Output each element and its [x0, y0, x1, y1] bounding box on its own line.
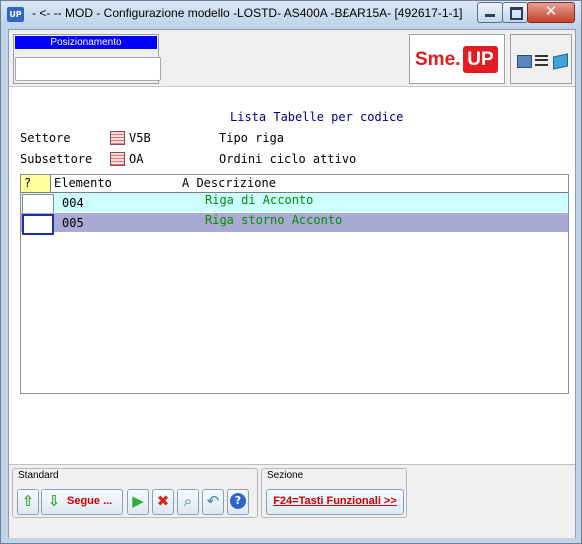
subsettore-code: OA: [129, 152, 144, 166]
page-up-button[interactable]: ⇧: [17, 489, 39, 515]
settore-label: Settore: [20, 131, 71, 145]
smeup-logo: Sme. UP: [409, 34, 505, 84]
table-row[interactable]: 005 Riga storno Acconto: [21, 213, 568, 235]
bottom-toolbar: Standard ⇧ ⇩ Segue ... ▶ ✖ ⌕ ↶ ? Sezione…: [9, 464, 575, 538]
help-icon: ?: [230, 493, 246, 509]
title-bar: UP - <- -- MOD - Configurazione modello …: [1, 1, 581, 29]
row-code: 005: [62, 216, 84, 230]
column-header-select[interactable]: ?: [21, 175, 51, 192]
list-title: Lista Tabelle per codice: [230, 110, 404, 124]
undo-icon: ↶: [206, 492, 220, 510]
toolbar-icons: [510, 34, 572, 84]
sezione-group: Sezione F24=Tasti Funzionali >>: [261, 468, 407, 518]
subsettore-desc: Ordini ciclo attivo: [219, 152, 357, 166]
table-grid-icon[interactable]: [110, 131, 125, 145]
f24-label: F24=Tasti Funzionali >>: [273, 495, 397, 507]
app-icon[interactable]: UP: [7, 7, 24, 22]
close-icon: ✖: [156, 492, 170, 510]
standard-label: Standard: [18, 470, 59, 481]
subsettore-label: Subsettore: [20, 152, 93, 166]
table-header: ? Elemento A Descrizione: [21, 175, 568, 193]
row-code: 004: [62, 196, 84, 210]
column-header-descrizione[interactable]: A Descrizione: [182, 176, 276, 190]
logo-up-text: UP: [463, 46, 498, 73]
client-area: Posizionamento Sme. UP Lista Tabelle per…: [8, 29, 576, 538]
row-select-input[interactable]: [22, 194, 54, 215]
search-button[interactable]: ⌕: [177, 489, 199, 515]
table-row[interactable]: 004 Riga di Acconto: [21, 193, 568, 215]
table-grid-icon[interactable]: [110, 152, 125, 166]
search-icon: ⌕: [183, 492, 193, 510]
row-select-input[interactable]: [22, 214, 54, 235]
row-description: Riga di Acconto: [205, 193, 314, 207]
logo-sme-text: Sme.: [415, 49, 461, 70]
arrow-up-icon: ⇧: [21, 492, 35, 510]
settore-code: V5B: [129, 131, 151, 145]
elements-table: ? Elemento A Descrizione 004 Riga di Acc…: [20, 174, 569, 394]
minimize-icon: [485, 14, 495, 17]
posizionamento-label: Posizionamento: [15, 36, 157, 49]
cancel-button[interactable]: ✖: [152, 489, 174, 515]
sezione-label: Sezione: [267, 470, 304, 481]
confirm-button[interactable]: ▶: [127, 489, 149, 515]
f24-functions-button[interactable]: F24=Tasti Funzionali >>: [266, 489, 404, 515]
list-icon[interactable]: [535, 55, 548, 66]
close-button[interactable]: ✕: [527, 2, 575, 23]
app-window: UP - <- -- MOD - Configurazione modello …: [0, 0, 582, 544]
posizionamento-box: Posizionamento: [13, 34, 161, 84]
close-icon: ✕: [544, 2, 558, 20]
segue-button[interactable]: ⇩ Segue ...: [41, 489, 123, 515]
help-button[interactable]: ?: [227, 489, 249, 515]
book-icon[interactable]: [553, 53, 568, 70]
segue-label: Segue ...: [67, 495, 113, 507]
top-panel: Posizionamento Sme. UP: [9, 30, 575, 87]
play-icon: ▶: [132, 492, 144, 510]
standard-group: Standard ⇧ ⇩ Segue ... ▶ ✖ ⌕ ↶ ?: [12, 468, 258, 518]
minimize-button[interactable]: [477, 2, 503, 23]
back-button[interactable]: ↶: [202, 489, 224, 515]
row-description: Riga storno Acconto: [205, 213, 343, 227]
computer-icon[interactable]: [517, 55, 532, 68]
maximize-icon: [510, 7, 523, 20]
posizionamento-input[interactable]: [15, 57, 161, 81]
maximize-button[interactable]: [502, 2, 528, 23]
column-header-elemento[interactable]: Elemento: [54, 176, 112, 190]
arrow-down-icon: ⇩: [47, 492, 61, 510]
settore-desc: Tipo riga: [219, 131, 285, 145]
window-title: - <- -- MOD - Configurazione modello -LO…: [32, 6, 463, 20]
